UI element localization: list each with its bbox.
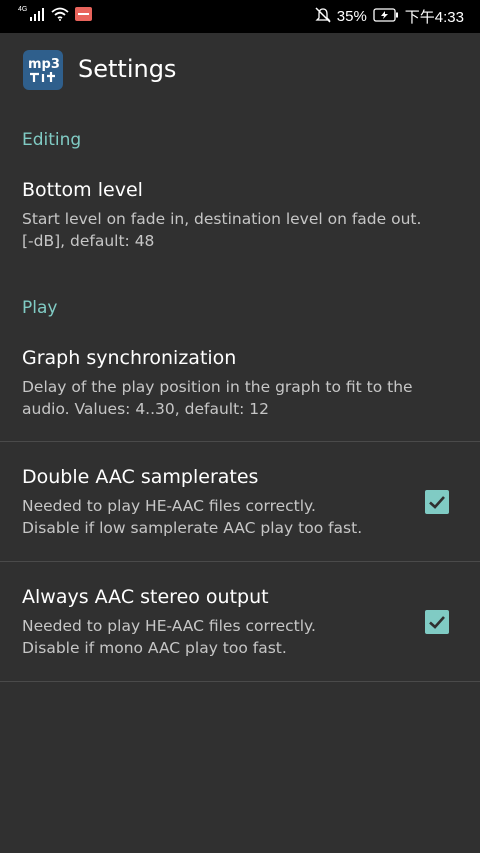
aac-stereo-checkbox[interactable] xyxy=(425,610,449,634)
check-icon xyxy=(429,616,445,629)
signal-icon xyxy=(29,7,45,26)
pref-graph-sync-title: Graph synchronization xyxy=(22,347,237,369)
status-bar-left: 4G xyxy=(18,0,93,33)
clock: 下午4:33 xyxy=(404,9,464,26)
pref-double-aac-samplerates[interactable]: Double AAC samplerates Needed to play HE… xyxy=(0,442,480,561)
pref-bottom-level-summary-line1: Start level on fade in, destination leve… xyxy=(22,210,422,228)
battery-charging-icon xyxy=(373,7,399,26)
pref-bottom-level-title: Bottom level xyxy=(22,179,143,201)
check-icon xyxy=(429,496,445,509)
pref-bottom-level-summary-line2: [-dB], default: 48 xyxy=(22,232,155,250)
pref-bottom-level-summary: Start level on fade in, destination leve… xyxy=(22,208,442,252)
notification-app-icon xyxy=(75,7,93,26)
pref-graph-synchronization[interactable]: Graph synchronization Delay of the play … xyxy=(0,333,480,441)
pref-aac-stereo-summary-line2: Disable if mono AAC play too fast. xyxy=(22,639,287,657)
pref-aac-stereo-summary: Needed to play HE-AAC files correctly. D… xyxy=(22,615,442,659)
mp3-cutter-app-icon: mp3 xyxy=(23,50,63,90)
pref-aac-stereo-title: Always AAC stereo output xyxy=(22,586,269,608)
pref-double-aac-summary-line2: Disable if low samplerate AAC play too f… xyxy=(22,519,363,537)
pref-always-aac-stereo-output[interactable]: Always AAC stereo output Needed to play … xyxy=(0,562,480,681)
pref-double-aac-summary-line1: Needed to play HE-AAC files correctly. xyxy=(22,497,316,515)
section-header-play: Play xyxy=(22,298,58,318)
mute-icon xyxy=(315,6,331,27)
double-aac-checkbox[interactable] xyxy=(425,490,449,514)
pref-aac-stereo-summary-line1: Needed to play HE-AAC files correctly. xyxy=(22,617,316,635)
pref-graph-sync-summary: Delay of the play position in the graph … xyxy=(22,376,442,420)
status-bar: 4G 35% 下午4:33 xyxy=(0,0,480,33)
pref-graph-sync-summary-line1: Delay of the play position in the graph … xyxy=(22,378,413,396)
section-header-editing: Editing xyxy=(22,130,82,150)
pref-graph-sync-summary-line2: audio. Values: 4..30, default: 12 xyxy=(22,400,270,418)
status-bar-right: 35% 下午4:33 xyxy=(315,0,464,33)
svg-text:mp3: mp3 xyxy=(28,57,60,72)
app-bar: mp3 Settings xyxy=(0,33,480,107)
divider xyxy=(0,681,480,682)
pref-bottom-level[interactable]: Bottom level Start level on fade in, des… xyxy=(0,165,480,265)
page-title: Settings xyxy=(78,55,177,83)
pref-double-aac-title: Double AAC samplerates xyxy=(22,466,259,488)
network-type-label: 4G xyxy=(18,6,28,13)
battery-percent: 35% xyxy=(336,8,367,25)
wifi-icon xyxy=(51,7,69,26)
pref-double-aac-summary: Needed to play HE-AAC files correctly. D… xyxy=(22,495,442,539)
